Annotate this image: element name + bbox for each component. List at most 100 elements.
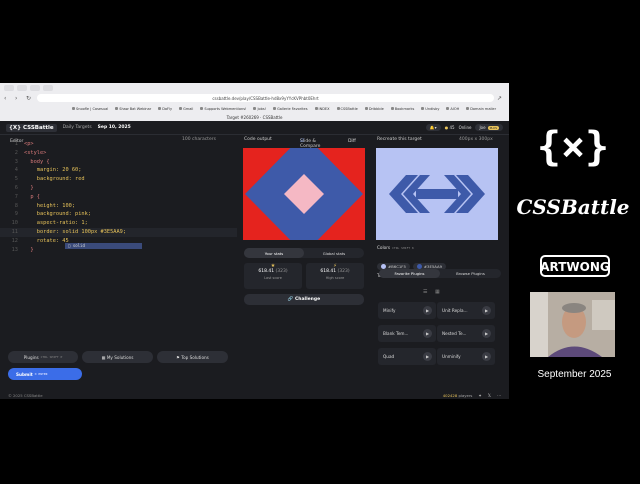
browser-tab[interactable]: [30, 84, 40, 91]
bookmark-item[interactable]: Dribbble: [365, 107, 384, 111]
code-line[interactable]: margin: 20 60;: [24, 166, 82, 175]
my-solutions-button[interactable]: ▦ My Solutions: [82, 351, 153, 363]
code-output-preview[interactable]: [243, 148, 365, 240]
code-line[interactable]: p {: [24, 193, 40, 202]
line-number: 11: [11, 229, 18, 235]
grid-view-icon[interactable]: ▦: [435, 289, 440, 295]
code-line[interactable]: <p>: [24, 140, 34, 149]
plugin-minify[interactable]: Minify ▶: [378, 302, 436, 319]
browser-chrome: ‹ › ↻ cssbattle.dev/play/CSSBattle-hd8x9…: [0, 83, 509, 121]
brand-logo-artwong: ARTWONG: [540, 260, 610, 274]
forward-icon[interactable]: ›: [15, 95, 23, 102]
active-tab-title[interactable]: Target #260269 · CSSBattle: [0, 113, 509, 121]
line-number: 12: [11, 237, 18, 244]
bookmark-item[interactable]: Supports Webmentions!: [200, 107, 246, 111]
bookmark-item[interactable]: Snoofle | Casesual: [72, 107, 108, 111]
code-line[interactable]: }: [24, 246, 33, 255]
reload-icon[interactable]: ↻: [26, 95, 34, 102]
code-line[interactable]: rotate: 45: [24, 237, 69, 246]
stream-sidebar: {×} CSSBattle ARTWONG: [509, 0, 640, 480]
webcam-feed: [530, 292, 615, 357]
target-title: Recreate this target: [377, 137, 422, 142]
tab-browse-plugins[interactable]: Browse Plugins: [440, 269, 501, 278]
online-label: Online: [458, 125, 472, 130]
players-count: 402428 players: [442, 392, 473, 398]
plugin-unit-replace[interactable]: Unit Repla... ▶: [437, 302, 495, 319]
play-icon[interactable]: ▶: [423, 352, 432, 361]
code-line[interactable]: border: solid 100px #3E5AA9;: [24, 228, 126, 237]
play-icon[interactable]: ▶: [482, 306, 491, 315]
notifications-button[interactable]: 🔔▾: [425, 124, 441, 131]
bookmark-item[interactable]: Jobs!: [253, 107, 266, 111]
address-bar[interactable]: cssbattle.dev/play/CSSBattle-hd8x9yYYcKV…: [37, 94, 494, 102]
tab-your-stats[interactable]: Your stats: [244, 248, 304, 258]
toolbox-tabs: Favorite Plugins Browse Plugins: [379, 269, 501, 278]
bookmark-item[interactable]: Gallerie Favorites: [273, 107, 307, 111]
share-icon[interactable]: ↗: [497, 95, 505, 102]
cssbattle-app: {X} CSSBattle Daily Targets Sep 10, 2025…: [0, 121, 509, 399]
url-row: ‹ › ↻ cssbattle.dev/play/CSSBattle-hd8x9…: [0, 92, 509, 104]
output-panel: Your stats Global stats ★ 618.41 (323) L…: [239, 144, 369, 389]
plugin-quad[interactable]: Quad ▶: [378, 348, 436, 365]
tab-favorite-plugins[interactable]: Favorite Plugins: [379, 269, 440, 278]
bookmark-item[interactable]: AIOH: [446, 107, 459, 111]
user-menu[interactable]: Joe PLUS: [475, 124, 503, 131]
bookmark-item[interactable]: Undisby: [421, 107, 439, 111]
high-score-card: ⚡ 618.41 (323) High score: [306, 263, 364, 289]
daily-targets-link[interactable]: Daily Targets: [63, 125, 92, 130]
browser-window: ‹ › ↻ cssbattle.dev/play/CSSBattle-hd8x9…: [0, 83, 509, 399]
copyright: © 2025 CSSBattle: [8, 392, 43, 398]
line-number: 2: [14, 149, 18, 156]
top-solutions-button[interactable]: ⚑ Top Solutions: [157, 351, 228, 363]
line-number: 5: [14, 176, 18, 183]
line-number: 4: [14, 167, 18, 174]
colors-title: Colors CTRL SHIFT K: [377, 245, 414, 250]
code-line[interactable]: }: [24, 184, 33, 193]
bookmark-item[interactable]: Shaw Bat Webinar: [115, 107, 151, 111]
target-image: [376, 148, 498, 240]
code-line[interactable]: background: red: [24, 175, 85, 184]
autocomplete-suggestion[interactable]: □ solid: [65, 243, 142, 249]
line-number: 9: [14, 211, 18, 218]
code-line[interactable]: aspect-ratio: 1;: [24, 219, 88, 228]
bookmark-item[interactable]: DaFly: [158, 107, 172, 111]
code-line[interactable]: body {: [24, 158, 49, 167]
bookmark-item[interactable]: INDEX: [315, 107, 330, 111]
bluesky-icon[interactable]: ✦: [478, 393, 481, 398]
bookmark-item[interactable]: Domain mailer: [466, 107, 496, 111]
play-icon[interactable]: ▶: [423, 329, 432, 338]
challenge-button[interactable]: 🔗 Challenge: [244, 294, 364, 305]
plugins-button[interactable]: Plugins CTRL SHIFT P: [8, 351, 78, 363]
play-icon[interactable]: ▶: [423, 306, 432, 315]
top-right: 🔔▾ ● 45 Online Joe PLUS: [425, 124, 503, 131]
target-size: 400px x 300px: [459, 137, 493, 142]
panel-headers: EditorCTRL SHIFT E 100 characters Code o…: [10, 137, 493, 151]
site-logo[interactable]: {X} CSSBattle: [6, 123, 57, 132]
bookmark-item[interactable]: Gmail: [179, 107, 193, 111]
bookmark-item[interactable]: Bookmarks: [391, 107, 415, 111]
plugin-nested-template[interactable]: Nested Te... ▶: [437, 325, 495, 342]
line-number: 6: [14, 185, 18, 191]
list-view-icon[interactable]: ☰: [423, 289, 427, 295]
plugin-unminify[interactable]: Unminify ▶: [437, 348, 495, 365]
browser-tab[interactable]: [43, 84, 53, 91]
play-icon[interactable]: ▶: [482, 329, 491, 338]
bookmark-item[interactable]: CSSBattle: [337, 107, 358, 111]
submit-button[interactable]: Submit ⌘ ENTER: [8, 368, 82, 380]
code-line[interactable]: background: pink;: [24, 210, 91, 219]
play-icon[interactable]: ▶: [482, 352, 491, 361]
points-count: ● 45: [444, 125, 455, 130]
target-date: Sep 10, 2025: [97, 125, 131, 130]
x-icon[interactable]: 𝕏: [488, 393, 491, 398]
target-render: [376, 148, 498, 240]
plugin-blank-template[interactable]: Blank Tem... ▶: [378, 325, 436, 342]
tab-global-stats[interactable]: Global stats: [304, 248, 364, 258]
code-line[interactable]: <style>: [24, 149, 46, 158]
more-icon[interactable]: ⋯: [497, 393, 501, 398]
browser-tab[interactable]: [17, 84, 27, 91]
browser-tab[interactable]: [4, 84, 14, 91]
code-line[interactable]: height: 100;: [24, 202, 75, 211]
back-icon[interactable]: ‹: [4, 95, 12, 102]
bottom-buttons: Plugins CTRL SHIFT P ▦ My Solutions ⚑ Top…: [8, 351, 228, 363]
browser-tabs: [0, 83, 509, 92]
